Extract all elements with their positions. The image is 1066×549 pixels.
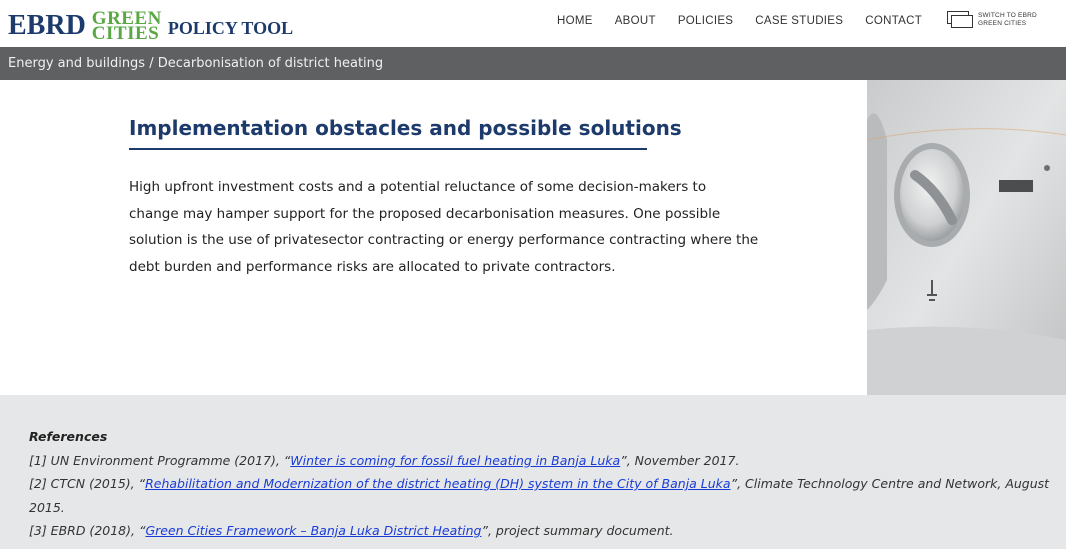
main-nav: HOME ABOUT POLICIES CASE STUDIES CONTACT: [557, 15, 944, 27]
title-underline: [129, 148, 647, 150]
switch-site-label: SWITCH TO EBRD GREEN CITIES: [978, 11, 1037, 27]
thermostat-photo: [867, 80, 1066, 395]
reference-prefix: [3] EBRD (2018), “: [29, 523, 146, 538]
site-header: EBRD GREEN CITIES POLICY TOOL HOME ABOUT…: [0, 0, 1066, 47]
reference-item: [3] EBRD (2018), “Green Cities Framework…: [29, 519, 1059, 543]
nav-policies[interactable]: POLICIES: [678, 15, 733, 27]
breadcrumb: Energy and buildings / Decarbonisation o…: [0, 47, 1066, 80]
logo-green-cities: GREEN CITIES: [91, 9, 162, 44]
breadcrumb-text: Energy and buildings / Decarbonisation o…: [8, 56, 384, 71]
reference-link[interactable]: Rehabilitation and Modernization of the …: [145, 476, 731, 491]
reference-suffix: ”, project summary document.: [481, 523, 674, 538]
references-panel: References [1] UN Environment Programme …: [0, 395, 1066, 549]
reference-suffix: ”, November 2017.: [620, 452, 740, 468]
logo-ebrd: EBRD: [8, 10, 86, 41]
reference-link[interactable]: Green Cities Framework – Banja Luka Dist…: [145, 523, 481, 538]
reference-item: [2] CTCN (2015), “Rehabilitation and Mod…: [29, 472, 1059, 519]
logo-cities: CITIES: [91, 23, 160, 44]
reference-prefix: [1] UN Environment Programme (2017), “: [29, 452, 291, 468]
site-logo[interactable]: EBRD GREEN CITIES POLICY TOOL: [8, 6, 293, 46]
nav-about[interactable]: ABOUT: [615, 15, 656, 27]
section-title: Implementation obstacles and possible so…: [129, 116, 682, 140]
nav-contact[interactable]: CONTACT: [865, 15, 922, 27]
reference-link[interactable]: Winter is coming for fossil fuel heating…: [290, 453, 620, 468]
references-list: References [1] UN Environment Programme …: [29, 425, 1059, 543]
nav-home[interactable]: HOME: [557, 15, 593, 27]
reference-item: [1] UN Environment Programme (2017), “Wi…: [29, 449, 1059, 473]
nav-case-studies[interactable]: CASE STUDIES: [755, 15, 843, 27]
logo-policy-tool: POLICY TOOL: [167, 17, 294, 38]
section-body: High upfront investment costs and a pote…: [129, 179, 759, 275]
reference-prefix: [2] CTCN (2015), “: [29, 476, 146, 491]
references-title: References: [29, 429, 108, 444]
thermostat-image: [867, 80, 1066, 395]
windows-switch-icon: [947, 11, 973, 28]
switch-site-button[interactable]: SWITCH TO EBRD GREEN CITIES: [947, 11, 1040, 28]
